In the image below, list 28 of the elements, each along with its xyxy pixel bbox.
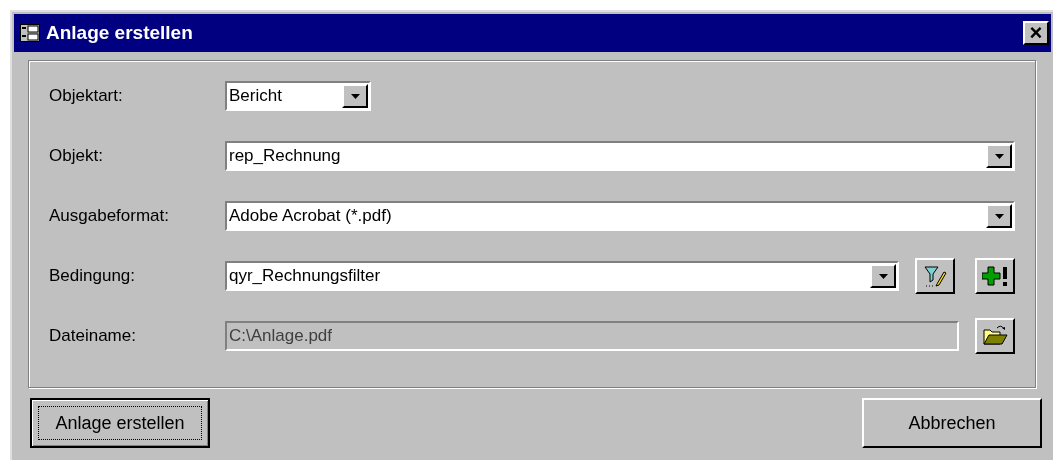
dropdown-arrow-button[interactable] <box>986 144 1012 168</box>
field-label: Objektart: <box>49 85 124 108</box>
dialog-button[interactable]: Anlage erstellen <box>30 398 210 448</box>
form-icon <box>20 24 40 42</box>
add-button[interactable] <box>975 258 1015 294</box>
dialog-button[interactable]: Abbrechen <box>862 398 1042 448</box>
caret-icon <box>350 93 360 99</box>
field-label: Bedingung: <box>49 265 137 288</box>
dropdown-field[interactable]: Bericht <box>225 81 371 111</box>
filter-button[interactable] <box>915 258 955 294</box>
add-icon <box>982 265 1008 287</box>
field-label: Dateiname: <box>49 325 137 348</box>
folder-icon <box>982 324 1008 348</box>
dropdown-arrow-button[interactable] <box>986 204 1012 228</box>
field-label: Objekt: <box>49 145 104 168</box>
caret-icon <box>878 273 888 279</box>
caret-icon <box>994 153 1004 159</box>
window-title: Anlage erstellen <box>46 20 194 45</box>
dropdown-arrow-button[interactable] <box>342 84 368 108</box>
close-button[interactable]: × <box>1023 21 1049 45</box>
dropdown-arrow-button[interactable] <box>870 264 896 288</box>
browse-button[interactable] <box>975 318 1015 354</box>
dropdown-field[interactable]: rep_Rechnung <box>225 141 1015 171</box>
dropdown-field[interactable]: Adobe Acrobat (*.pdf) <box>225 201 1015 231</box>
caret-icon <box>994 213 1004 219</box>
dropdown-field[interactable]: qyr_Rechnungsfilter <box>225 261 899 291</box>
field-label: Ausgabeformat: <box>49 205 170 228</box>
filter-pencil-icon <box>923 264 947 288</box>
